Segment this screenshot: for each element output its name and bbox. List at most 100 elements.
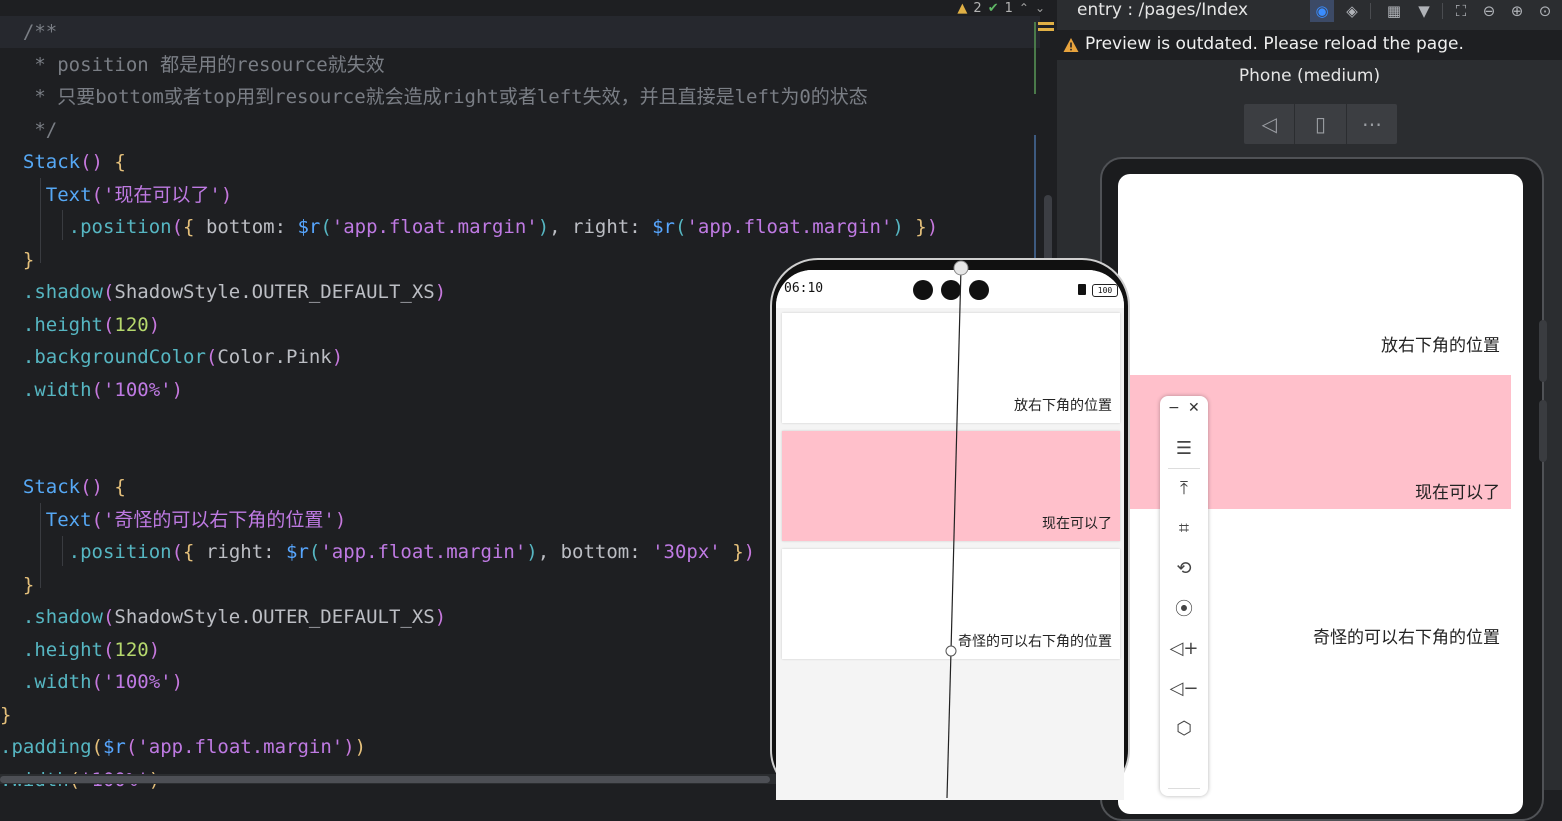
code-token: ( [91, 736, 103, 758]
code-line[interactable]: .shadow(ShadowStyle.OUTER_DEFAULT_XS) [0, 276, 446, 308]
layers-icon[interactable]: ◈ [1340, 0, 1364, 22]
code-token: $r [297, 216, 321, 238]
code-token: $r [286, 541, 309, 563]
code-token: Text [0, 183, 92, 206]
code-token: } [732, 541, 744, 563]
code-line[interactable]: } [0, 569, 34, 601]
code-token: .backgroundColor [0, 346, 206, 368]
zoom-in-icon[interactable]: ⊕ [1505, 0, 1529, 22]
toolbar-divider [1442, 3, 1443, 19]
toolbar-divider [1370, 3, 1371, 19]
indent-guide [40, 178, 41, 263]
crop-icon[interactable]: ⌗ [1168, 512, 1200, 544]
scrollbar-thumb[interactable] [0, 776, 770, 783]
code-token: } [0, 703, 12, 726]
grid-icon[interactable]: ▦ [1382, 0, 1406, 22]
change-marker[interactable] [1034, 22, 1036, 94]
chevron-down-icon[interactable]: ⌄ [1035, 1, 1045, 15]
code-token: .height [0, 638, 103, 661]
code-token: () [80, 476, 103, 498]
code-line[interactable]: Stack() { [0, 471, 126, 503]
code-line[interactable]: Text('现在可以了') [0, 179, 233, 211]
pin-top-icon[interactable]: ⤒ [1168, 472, 1200, 504]
actual-size-icon[interactable]: ⊙ [1533, 0, 1557, 22]
code-token: ) [537, 216, 550, 238]
code-token: ( [91, 671, 103, 693]
code-token: ( [102, 638, 115, 661]
chevron-up-icon[interactable]: ⌃ [1019, 1, 1029, 15]
device-side-button [1539, 320, 1547, 382]
code-line[interactable]: .shadow(ShadowStyle.OUTER_DEFAULT_XS) [0, 601, 446, 633]
code-token: ( [102, 313, 115, 336]
rotate-device-icon[interactable]: ▯ [1294, 104, 1345, 144]
code-token: , right: [549, 216, 653, 238]
touch-trace [945, 260, 969, 798]
dropdown-icon[interactable]: ▼ [1412, 0, 1436, 22]
code-line[interactable]: /** [0, 16, 57, 48]
power-icon[interactable]: ⦿ [1168, 592, 1200, 624]
code-token: ) [892, 216, 904, 238]
code-token: ) [171, 671, 184, 693]
emulator-window[interactable]: 06:10 100 放右下角的位置 现在可以了 奇怪的可以右下角的位置 [770, 258, 1134, 800]
back-icon[interactable]: ◁ [1244, 104, 1294, 144]
indent-guide [62, 536, 63, 566]
code-token: '奇怪的可以右下角的位置' [102, 508, 335, 531]
volume-down-icon[interactable]: ◁− [1168, 672, 1200, 704]
inspector-toggle-icon[interactable]: ◉ [1310, 0, 1334, 22]
code-line[interactable]: .position({ right: $r('app.float.margin'… [0, 536, 755, 568]
code-line[interactable]: */ [0, 114, 57, 146]
code-token: ) [331, 346, 344, 368]
preview-text-top: 放右下角的位置 [1381, 336, 1500, 356]
code-token: '30px' [652, 541, 721, 563]
error-stripe-mark[interactable] [1038, 22, 1054, 25]
code-token: $r [102, 736, 126, 758]
previewer-header: entry : /pages/Index ◉ ◈ ▦ ▼ ⛶ ⊖ ⊕ ⊙ [1057, 0, 1562, 30]
close-icon[interactable]: ✕ [1188, 400, 1200, 416]
zoom-out-icon[interactable]: ⊖ [1477, 0, 1501, 22]
code-token: * 只要bottom或者top用到resource就会造成right或者left… [0, 86, 868, 108]
code-line[interactable]: .width('100%') [0, 666, 183, 698]
code-token: ) [220, 183, 233, 206]
code-token: { [183, 541, 195, 563]
code-line[interactable]: .width('100%') [0, 374, 183, 406]
shake-icon[interactable]: ⬡ [1168, 712, 1200, 744]
code-line[interactable]: .backgroundColor(Color.Pink) [0, 341, 343, 373]
error-stripe-mark[interactable] [1038, 28, 1054, 31]
code-token: Color.Pink [217, 346, 332, 368]
code-token: { [183, 216, 195, 238]
frame-icon[interactable]: ⛶ [1449, 0, 1473, 22]
code-token: ) [171, 378, 184, 401]
code-line[interactable]: .padding($r('app.float.margin')) [0, 731, 366, 763]
minimize-icon[interactable]: − [1168, 400, 1180, 416]
code-token: ( [91, 378, 103, 401]
page-route[interactable]: entry : /pages/Index [1077, 0, 1248, 22]
inspection-widget[interactable]: ▲ 2 ✔ 1 ⌃ ⌄ [957, 0, 1045, 16]
code-token: ) [926, 216, 939, 238]
code-token: '现在可以了' [102, 183, 221, 206]
code-line[interactable]: } [0, 699, 11, 731]
code-token: .width [0, 671, 92, 693]
code-line[interactable]: } [0, 244, 34, 276]
code-line[interactable]: * 只要bottom或者top用到resource就会造成right或者left… [0, 81, 868, 113]
code-token: 'app.float.margin' [686, 216, 893, 238]
vertical-scrollbar[interactable] [1044, 195, 1052, 265]
more-icon[interactable]: ⋯ [1345, 104, 1397, 144]
device-name: Phone (medium) [1238, 66, 1381, 86]
editor-top-strip [0, 0, 1057, 16]
outdated-notice: Preview is outdated. Please reload the p… [1057, 30, 1562, 60]
code-line[interactable]: .height(120) [0, 634, 160, 666]
code-token: '100%' [102, 378, 172, 401]
menu-icon[interactable]: ☰ [1168, 432, 1200, 464]
code-token: 120 [114, 638, 149, 661]
code-token: ( [125, 736, 138, 758]
code-line[interactable]: .height(120) [0, 309, 160, 341]
emulator-toolbar: − ✕ ☰ ⤒ ⌗ ⟲ ⦿ ◁+ ◁− ⬡ [1160, 396, 1208, 796]
volume-up-icon[interactable]: ◁+ [1168, 632, 1200, 664]
code-token: ( [91, 183, 103, 206]
code-line[interactable]: Stack() { [0, 146, 126, 178]
rotate-icon[interactable]: ⟲ [1168, 552, 1200, 584]
code-line[interactable]: * position 都是用的resource就失效 [0, 49, 384, 81]
code-line[interactable]: .position({ bottom: $r('app.float.margin… [0, 211, 939, 243]
code-line[interactable]: Text('奇怪的可以右下角的位置') [0, 504, 347, 536]
